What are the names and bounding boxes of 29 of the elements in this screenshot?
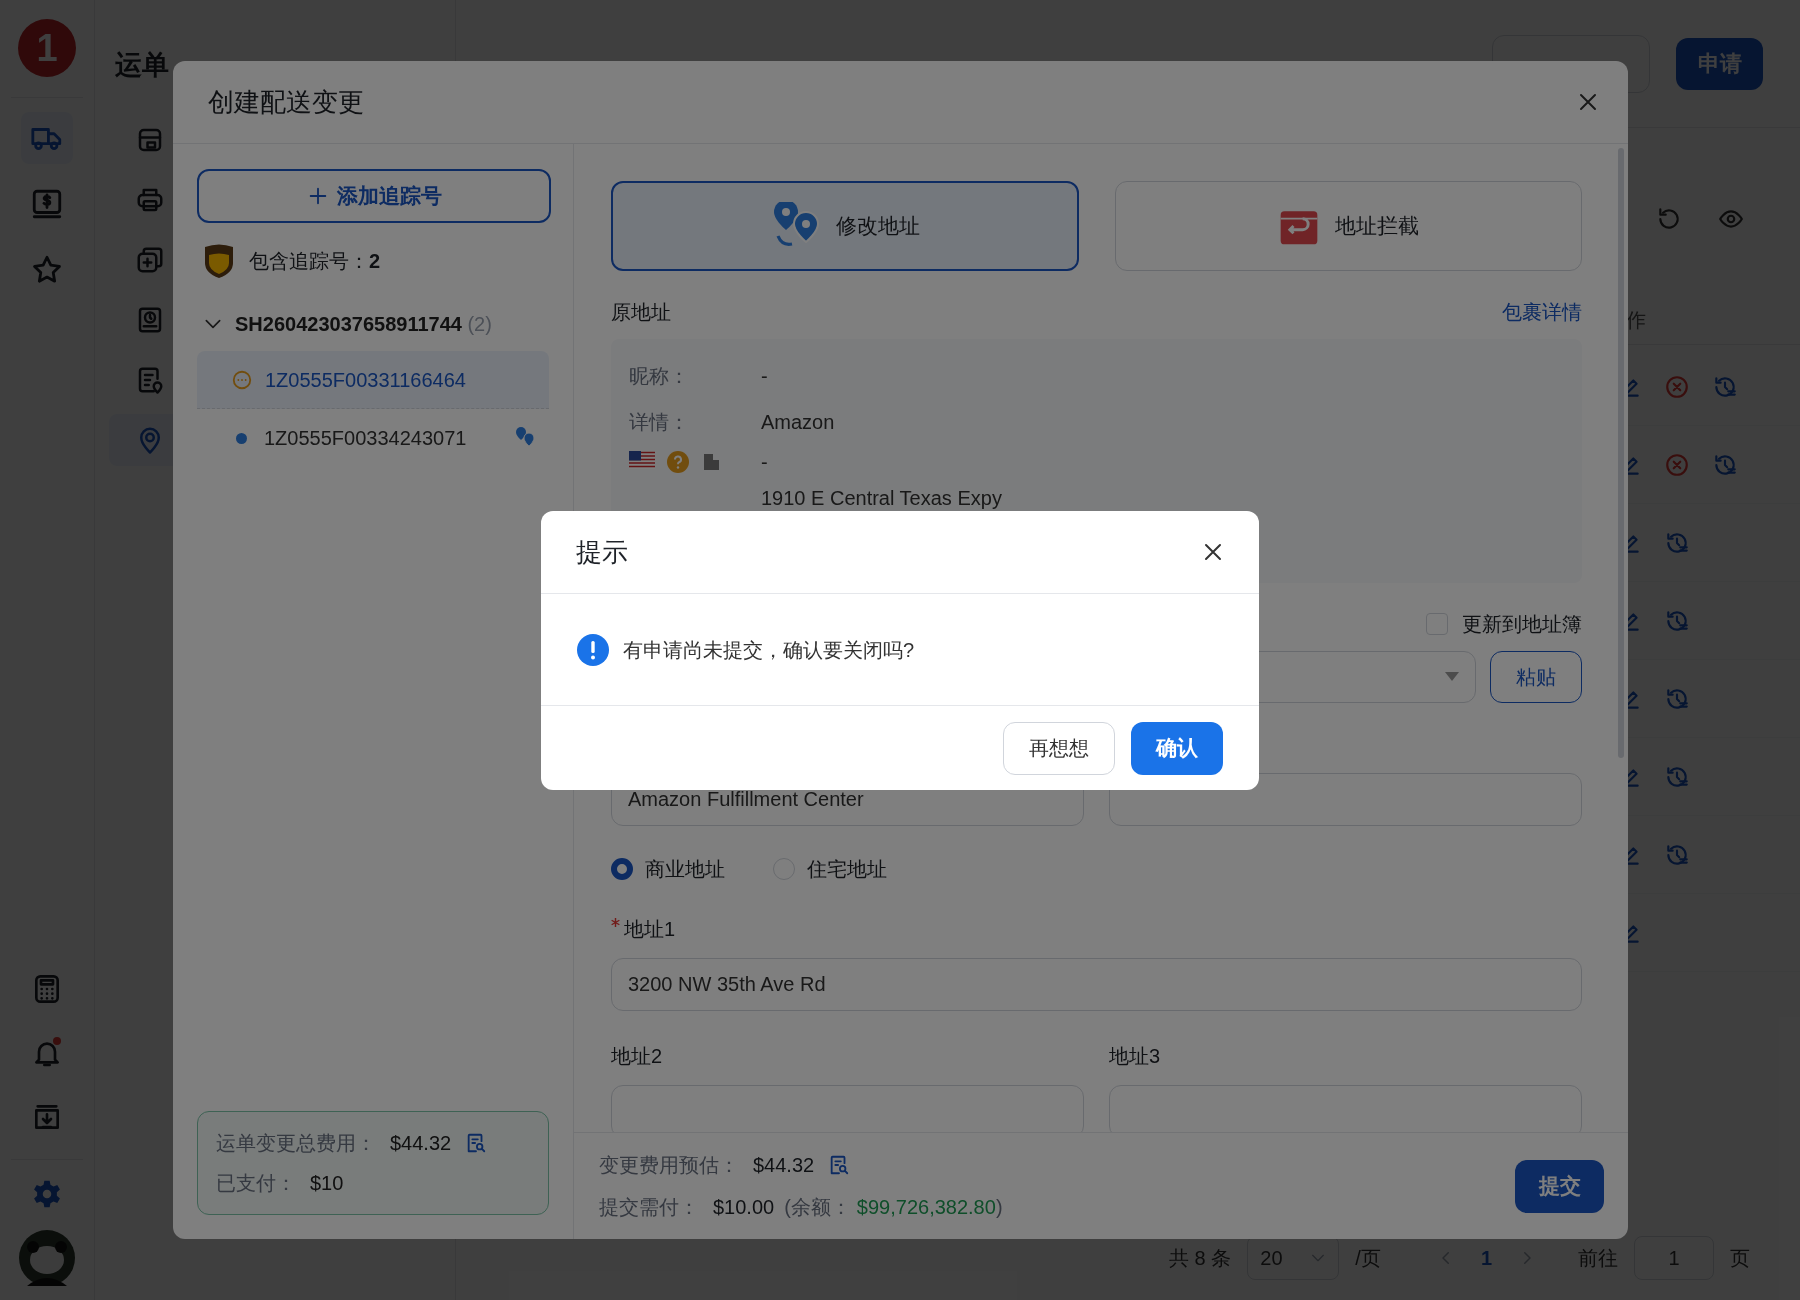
fee-label: 提交需付： <box>599 1195 699 1220</box>
radio-label: 住宅地址 <box>807 857 887 882</box>
fee-label: 运单变更总费用： <box>216 1131 376 1156</box>
address-line: - <box>761 450 769 475</box>
section-title: 原地址 <box>611 300 671 325</box>
dialog-message: 有申请尚未提交，确认要关闭吗? <box>623 637 915 663</box>
balance-close: ) <box>995 1195 1003 1220</box>
fee-value: $44.32 <box>753 1153 815 1178</box>
fee-label: 变更费用预估： <box>599 1153 739 1178</box>
field-label: 地址2 <box>611 1044 663 1069</box>
modal-title: 创建配送变更 <box>208 85 365 119</box>
field-value: Amazon <box>761 410 835 435</box>
fee-value: $10 <box>310 1171 344 1196</box>
fee-value: $10.00 <box>713 1195 775 1220</box>
checkbox-label: 更新到地址簿 <box>1462 612 1582 637</box>
field-label: 详情： <box>629 410 690 435</box>
field-label: 地址1 <box>624 917 676 942</box>
balance-label: (余额： <box>784 1195 851 1220</box>
radio-label: 商业地址 <box>645 857 725 882</box>
address-line: 1910 E Central Texas Expy <box>761 486 1002 511</box>
dialog-title: 提示 <box>576 535 629 569</box>
fee-label: 已支付： <box>216 1171 296 1196</box>
field-label: 地址3 <box>1109 1044 1161 1069</box>
balance-value: $99,726,382.80 <box>856 1195 996 1220</box>
field-label: 昵称： <box>629 364 690 389</box>
tracking-count: 包含追踪号：2 <box>249 249 381 274</box>
fee-value: $44.32 <box>390 1131 452 1156</box>
section-title: 运单 <box>115 49 170 82</box>
field-value: - <box>761 364 768 389</box>
